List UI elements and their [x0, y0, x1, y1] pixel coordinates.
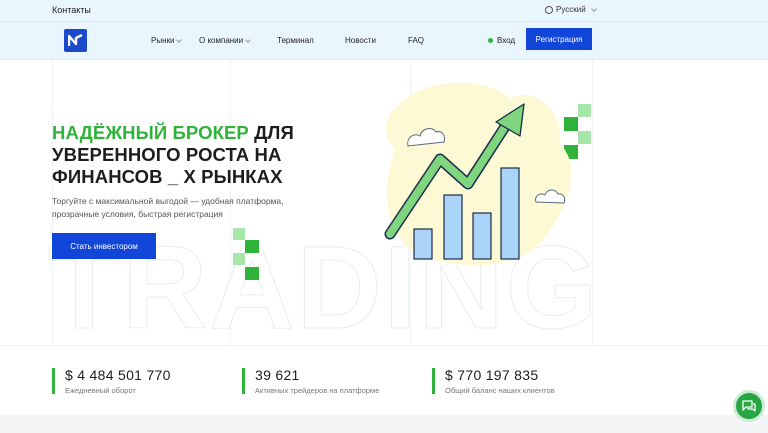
stat-value: 39 621 [255, 367, 300, 383]
stat-label: Ежедневный оборот [65, 386, 136, 395]
pixel-decoration [245, 240, 259, 253]
stat-daily-turnover: $ 4 484 501 770 Ежедневный оборот [52, 367, 171, 395]
main-nav: Рынки О компании Терминал Новости FAQ Вх… [0, 22, 768, 60]
nav-item-about[interactable]: О компании [199, 36, 251, 45]
logo[interactable] [64, 29, 87, 52]
stat-value: $ 770 197 835 [445, 367, 539, 383]
chevron-down-icon [176, 36, 183, 43]
growth-chart-illustration [384, 82, 572, 266]
pixel-decoration [233, 228, 245, 240]
nav-item-news[interactable]: Новости [345, 36, 376, 45]
login-button[interactable]: Вход [488, 36, 515, 45]
nav-item-markets[interactable]: Рынки [151, 36, 183, 45]
hero-title-accent: НАДЁЖНЫЙ БРОКЕР [52, 122, 249, 143]
logo-icon [68, 34, 83, 46]
footer-strip [0, 415, 768, 433]
chat-widget-button[interactable] [733, 390, 765, 422]
online-dot-icon [488, 38, 493, 43]
language-selector[interactable]: Русский [545, 5, 597, 14]
chevron-down-icon [245, 36, 251, 43]
stat-active-traders: 39 621 Активных трейдеров на платформе [242, 367, 380, 395]
stat-total-balance: $ 770 197 835 Общий баланс наших клиенто… [432, 367, 555, 395]
pixel-decoration [245, 267, 259, 280]
hero-subtitle: Торгуйте с максимальной выгодой — удобна… [52, 196, 284, 219]
contacts-link[interactable]: Контакты [52, 5, 91, 15]
chevron-down-icon [590, 5, 597, 12]
stat-label: Активных трейдеров на платформе [255, 386, 380, 395]
hero-title: НАДЁЖНЫЙ БРОКЕР ДЛЯ УВЕРЕННОГО РОСТА НА … [52, 122, 352, 188]
register-button[interactable]: Регистрация [526, 28, 592, 50]
nav-item-terminal[interactable]: Терминал [277, 36, 314, 45]
stats-section: $ 4 484 501 770 Ежедневный оборот 39 621… [0, 345, 768, 415]
become-investor-button[interactable]: Стать инвестором [52, 233, 156, 259]
stat-value: $ 4 484 501 770 [65, 367, 171, 383]
nav-item-faq[interactable]: FAQ [408, 36, 424, 45]
globe-icon [545, 5, 553, 14]
top-bar: Контакты Русский [0, 0, 768, 22]
stat-label: Общий баланс наших клиентов [445, 386, 555, 395]
hero-section: TRADING НАДЁЖНЫЙ БРОКЕР ДЛЯ УВЕРЕННОГО Р… [0, 60, 768, 345]
pixel-decoration [233, 253, 245, 265]
chat-icon [742, 400, 756, 412]
language-label: Русский [556, 5, 586, 14]
